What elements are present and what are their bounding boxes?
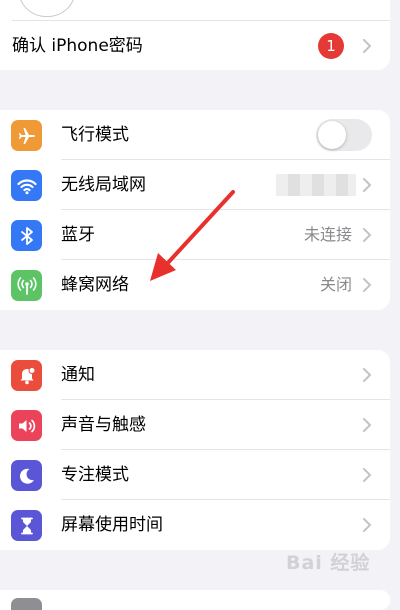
wifi-row[interactable]: 无线局域网	[0, 160, 390, 210]
wifi-label: 无线局域网	[61, 175, 146, 195]
bluetooth-row[interactable]: 蓝牙 未连接	[0, 210, 390, 260]
connectivity-group: 飞行模式 无线局域网 蓝牙 未连接 蜂窝网络 关闭	[0, 110, 390, 310]
airplane-mode-label: 飞行模式	[61, 125, 129, 145]
focus-label: 专注模式	[61, 465, 129, 485]
confirm-iphone-password-row[interactable]: 确认 iPhone密码 1	[0, 21, 390, 70]
cellular-status: 关闭	[319, 275, 352, 294]
chevron-right-icon	[363, 418, 371, 432]
notifications-row[interactable]: 通知	[0, 350, 390, 400]
airplane-icon	[11, 120, 42, 151]
bell-icon	[11, 360, 42, 391]
confirm-iphone-password-label: 确认 iPhone密码	[12, 36, 143, 56]
sounds-haptics-label: 声音与触感	[61, 415, 146, 435]
bluetooth-icon	[11, 220, 42, 251]
cellular-label: 蜂窝网络	[61, 275, 129, 295]
notifications-group: 通知 声音与触感 专注模式 屏幕使用时间	[0, 350, 390, 550]
bluetooth-status: 未连接	[303, 225, 352, 244]
chevron-right-icon	[363, 468, 371, 482]
bluetooth-label: 蓝牙	[61, 225, 95, 245]
notification-badge: 1	[318, 33, 344, 59]
notifications-label: 通知	[61, 365, 95, 385]
focus-row[interactable]: 专注模式	[0, 450, 390, 500]
chevron-right-icon	[363, 228, 371, 242]
chevron-right-icon	[363, 39, 371, 53]
sounds-haptics-row[interactable]: 声音与触感	[0, 400, 390, 450]
cellular-row[interactable]: 蜂窝网络 关闭	[0, 260, 390, 310]
hourglass-icon	[11, 510, 42, 541]
baidu-watermark: Bai 经验	[286, 552, 371, 574]
redacted-network-name	[276, 174, 356, 196]
speaker-icon	[11, 410, 42, 441]
chevron-right-icon	[363, 178, 371, 192]
chevron-right-icon	[363, 518, 371, 532]
moon-icon	[11, 460, 42, 491]
cellular-antenna-icon	[11, 270, 42, 301]
wifi-icon	[11, 170, 42, 201]
account-group: 确认 iPhone密码 1	[0, 0, 390, 70]
toggle-knob	[318, 121, 346, 149]
screen-time-label: 屏幕使用时间	[61, 515, 163, 535]
chevron-right-icon	[363, 368, 371, 382]
screen-time-row[interactable]: 屏幕使用时间	[0, 500, 390, 550]
general-group	[0, 590, 390, 610]
avatar[interactable]	[18, 0, 76, 17]
airplane-mode-toggle[interactable]	[316, 119, 372, 151]
chevron-right-icon	[363, 278, 371, 292]
airplane-mode-row: 飞行模式	[0, 110, 390, 160]
top-separator	[12, 20, 390, 21]
